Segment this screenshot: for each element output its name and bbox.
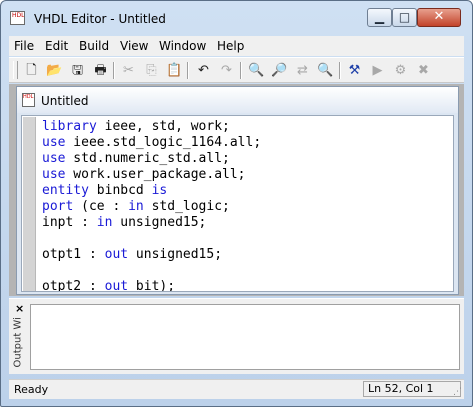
code-line[interactable] — [42, 231, 261, 247]
menu-help[interactable]: Help — [217, 39, 244, 53]
cut-icon[interactable]: ✂ — [119, 61, 138, 80]
paste-icon[interactable]: 📋 — [165, 61, 184, 80]
hdl-file-icon: HDL — [22, 93, 35, 107]
code-keyword: use — [42, 151, 66, 166]
toolbar-separator — [339, 62, 341, 79]
close-icon: ✕ — [433, 9, 445, 24]
minimize-button[interactable]: ▁ — [367, 8, 392, 27]
maximize-icon: □ — [398, 10, 411, 24]
code-line[interactable]: use ieee.std_logic_1164.all; — [42, 135, 261, 151]
output-panel-label: Output Wi — [12, 317, 24, 368]
menu-bar: File Edit Build View Window Help — [9, 36, 464, 56]
status-bar: Ready Ln 52, Col 1 ⋰ — [9, 379, 464, 399]
menu-window[interactable]: Window — [159, 39, 206, 53]
code-token: work.user_package.all; — [65, 167, 246, 182]
mdi-area: HDL Untitled library ieee, std, work; use… — [9, 84, 464, 296]
document-window: HDL Untitled library ieee, std, work; use… — [16, 86, 459, 295]
code-keyword: out — [104, 247, 129, 262]
code-token: (ce : — [73, 199, 129, 214]
code-token: inpt : — [42, 215, 97, 230]
code-keyword: entity — [42, 183, 89, 198]
code-line[interactable]: entity binbcd is — [42, 183, 261, 199]
output-panel: × Output Wi — [9, 298, 464, 374]
find-in-files-icon[interactable]: 🔍 — [316, 61, 335, 80]
code-editor[interactable]: library ieee, std, work; use ieee.std_log… — [21, 115, 454, 292]
redo-icon[interactable]: ↷ — [217, 61, 236, 80]
find-next-icon[interactable]: 🔎 — [270, 61, 289, 80]
document-title: Untitled — [41, 94, 89, 108]
code-keyword: use — [42, 135, 66, 150]
open-folder-icon[interactable]: 📂 — [45, 61, 64, 80]
code-line[interactable]: use std.numeric_std.all; — [42, 151, 261, 167]
menu-file[interactable]: File — [14, 39, 34, 53]
cursor-position: Ln 52, Col 1 — [363, 381, 461, 397]
menu-build[interactable]: Build — [79, 39, 109, 53]
toolbar-separator — [240, 62, 242, 79]
code-token: ieee, std, work; — [96, 119, 230, 134]
code-line[interactable]: port (ce : in std_logic; — [42, 199, 261, 215]
print-icon[interactable]: 🖶 — [91, 61, 110, 80]
debug-icon[interactable]: ⚙ — [391, 61, 410, 80]
code-token: otpt2 : — [42, 279, 105, 292]
status-text: Ready — [14, 383, 49, 396]
replace-icon[interactable]: ⇄ — [293, 61, 312, 80]
editor-gutter[interactable] — [23, 117, 36, 291]
stop-icon[interactable]: ✖ — [414, 61, 433, 80]
code-token: bit); — [128, 279, 176, 292]
code-keyword: in — [128, 199, 144, 214]
build-icon[interactable]: ⚒ — [345, 61, 364, 80]
code-token: otpt1 : — [42, 247, 105, 262]
code-line[interactable]: otpt2 : out bit); — [42, 279, 261, 292]
code-token: ieee.std_logic_1164.all; — [65, 135, 262, 150]
main-window: HDL VHDL Editor - Untitled ▁ □ ✕ File Ed… — [0, 0, 473, 407]
code-line[interactable] — [42, 263, 261, 279]
code-keyword: is — [151, 183, 168, 198]
code-line[interactable]: inpt : in unsigned15; — [42, 215, 261, 231]
save-icon[interactable]: 🖫 — [68, 61, 87, 80]
code-line[interactable]: library ieee, std, work; — [42, 119, 261, 135]
document-tab[interactable]: HDL Untitled — [17, 87, 458, 113]
hdl-file-icon: HDL — [10, 11, 25, 25]
run-icon[interactable]: ▶ — [368, 61, 387, 80]
code-line[interactable]: otpt1 : out unsigned15; — [42, 247, 261, 263]
output-panel-title: Output Wi — [10, 317, 26, 371]
code-token: unsigned15; — [112, 215, 207, 230]
resize-grip-icon[interactable]: ⋰ — [453, 387, 462, 397]
close-icon[interactable]: × — [15, 303, 24, 314]
code-line[interactable]: use work.user_package.all; — [42, 167, 261, 183]
undo-icon[interactable]: ↶ — [194, 61, 213, 80]
code-keyword: use — [42, 167, 66, 182]
code-token: unsigned15; — [128, 247, 223, 262]
code-text[interactable]: library ieee, std, work; use ieee.std_log… — [42, 119, 261, 292]
code-keyword: out — [104, 279, 129, 292]
minimize-icon: ▁ — [374, 10, 385, 24]
menu-view[interactable]: View — [120, 39, 148, 53]
toolbar-separator — [187, 62, 189, 79]
toolbar-grip[interactable] — [13, 61, 18, 79]
code-keyword: in — [96, 215, 113, 230]
close-button[interactable]: ✕ — [417, 8, 461, 27]
toolbar: 🗋 📂 🖫 🖶 ✂ ⎘ 📋 ↶ ↷ 🔍 🔎 ⇄ 🔍 ⚒ ▶ ⚙ ✖ — [9, 57, 464, 83]
window-title: VHDL Editor - Untitled — [34, 12, 166, 26]
code-token: std.numeric_std.all; — [65, 151, 230, 166]
code-token: std_logic; — [143, 199, 230, 214]
title-bar[interactable]: HDL VHDL Editor - Untitled ▁ □ ✕ — [1, 1, 472, 33]
maximize-button[interactable]: □ — [392, 8, 417, 27]
code-token: binbcd — [88, 183, 152, 198]
code-keyword: library — [42, 119, 97, 134]
output-text-area[interactable] — [30, 304, 460, 370]
copy-icon[interactable]: ⎘ — [142, 61, 161, 80]
find-icon[interactable]: 🔍 — [247, 61, 266, 80]
code-keyword: port — [42, 199, 74, 214]
menu-edit[interactable]: Edit — [45, 39, 68, 53]
new-file-icon[interactable]: 🗋 — [22, 61, 41, 80]
toolbar-separator — [113, 62, 115, 79]
